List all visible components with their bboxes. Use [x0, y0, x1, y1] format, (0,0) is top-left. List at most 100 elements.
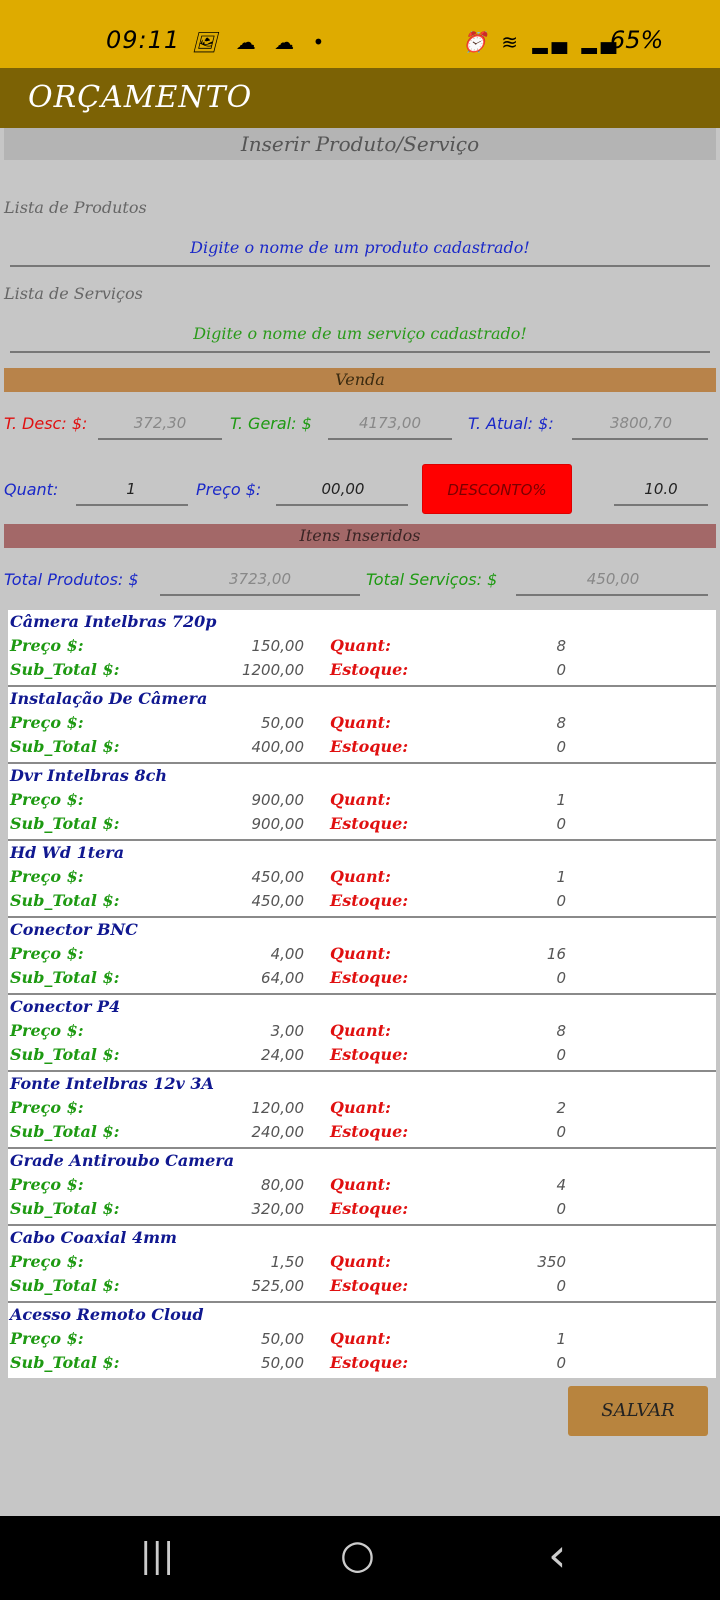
service-search-input[interactable]: Digite o nome de um serviço cadastrado!	[10, 324, 710, 343]
item-name: Cabo Coaxial 4mm	[10, 1228, 177, 1247]
insert-section-title: Inserir Produto/Serviço	[240, 132, 480, 156]
discount-input[interactable]: 10.0	[614, 480, 708, 498]
item-price-label: Preço $:	[10, 867, 84, 886]
total-products-label: Total Produtos: $	[4, 570, 139, 589]
item-name: Conector BNC	[10, 920, 138, 939]
list-item[interactable]: Instalação De Câmera Preço $: 50,00 Quan…	[8, 687, 716, 764]
item-quant-label: Quant:	[330, 867, 391, 886]
total-discount-value: 372,30	[133, 414, 187, 432]
total-products-underline	[160, 594, 360, 596]
item-quant-value: 8	[556, 714, 566, 732]
items-title: Itens Inseridos	[299, 526, 421, 545]
list-item[interactable]: Câmera Intelbras 720p Preço $: 150,00 Qu…	[8, 610, 716, 687]
item-subtotal-label: Sub_Total $:	[10, 1199, 120, 1218]
quantity-underline	[76, 504, 188, 506]
item-subtotal-label: Sub_Total $:	[10, 660, 120, 679]
item-name: Dvr Intelbras 8ch	[10, 766, 168, 785]
item-subtotal-label: Sub_Total $:	[10, 1353, 120, 1372]
item-subtotal-value: 525,00	[251, 1277, 305, 1295]
service-input-underline	[10, 351, 710, 353]
list-item[interactable]: Dvr Intelbras 8ch Preço $: 900,00 Quant:…	[8, 764, 716, 841]
item-price-label: Preço $:	[10, 1021, 84, 1040]
item-quant-label: Quant:	[330, 636, 391, 655]
item-stock-label: Estoque:	[330, 814, 409, 833]
item-stock-label: Estoque:	[330, 1122, 409, 1141]
back-icon[interactable]: ‹	[548, 1528, 566, 1582]
item-subtotal-label: Sub_Total $:	[10, 1045, 120, 1064]
item-subtotal-value: 240,00	[251, 1123, 305, 1141]
services-list-label: Lista de Serviços	[4, 284, 143, 303]
total-general-value: 4173,00	[358, 414, 422, 432]
total-current-value: 3800,70	[609, 414, 673, 432]
item-stock-value: 0	[556, 1123, 566, 1141]
list-item[interactable]: Conector P4 Preço $: 3,00 Quant: 8 Sub_T…	[8, 995, 716, 1072]
quantity-label: Quant:	[4, 480, 59, 499]
item-quant-label: Quant:	[330, 713, 391, 732]
product-input-underline	[10, 265, 710, 267]
list-item[interactable]: Conector BNC Preço $: 4,00 Quant: 16 Sub…	[8, 918, 716, 995]
item-stock-value: 0	[556, 738, 566, 756]
item-quant-label: Quant:	[330, 1175, 391, 1194]
item-stock-label: Estoque:	[330, 891, 409, 910]
item-subtotal-value: 320,00	[251, 1200, 305, 1218]
total-general-label: T. Geral: $	[230, 414, 312, 433]
item-price-label: Preço $:	[10, 713, 84, 732]
item-stock-label: Estoque:	[330, 660, 409, 679]
item-price-value: 3,00	[270, 1022, 304, 1040]
home-icon[interactable]: ○	[340, 1532, 375, 1578]
list-item[interactable]: Grade Antiroubo Camera Preço $: 80,00 Qu…	[8, 1149, 716, 1226]
item-stock-value: 0	[556, 661, 566, 679]
item-price-value: 450,00	[251, 868, 305, 886]
item-price-label: Preço $:	[10, 1098, 84, 1117]
item-price-value: 4,00	[270, 945, 304, 963]
products-list-label: Lista de Produtos	[4, 198, 147, 217]
app-title: ORÇAMENTO	[28, 80, 253, 115]
item-quant-value: 8	[556, 637, 566, 655]
item-subtotal-label: Sub_Total $:	[10, 814, 120, 833]
item-price-label: Preço $:	[10, 944, 84, 963]
product-search-input[interactable]: Digite o nome de um produto cadastrado!	[10, 238, 710, 257]
item-price-label: Preço $:	[10, 636, 84, 655]
battery-level: 65%	[610, 26, 664, 54]
recents-icon[interactable]: |||	[140, 1536, 174, 1576]
list-item[interactable]: Cabo Coaxial 4mm Preço $: 1,50 Quant: 35…	[8, 1226, 716, 1303]
item-price-value: 150,00	[251, 637, 305, 655]
item-quant-value: 16	[546, 945, 566, 963]
item-stock-label: Estoque:	[330, 968, 409, 987]
item-name: Instalação De Câmera	[10, 689, 208, 708]
item-quant-label: Quant:	[330, 1329, 391, 1348]
price-input[interactable]: 00,00	[278, 480, 408, 498]
total-products-value: 3723,00	[228, 570, 292, 588]
total-discount-underline	[98, 438, 222, 440]
system-icons: ⏰ ≋ ▂▄ ▂▄	[462, 30, 621, 54]
list-item[interactable]: Hd Wd 1tera Preço $: 450,00 Quant: 1 Sub…	[8, 841, 716, 918]
item-stock-label: Estoque:	[330, 1276, 409, 1295]
item-price-label: Preço $:	[10, 1329, 84, 1348]
notification-icons: 🖼 ☁ ☁ •	[192, 30, 331, 54]
item-price-value: 50,00	[261, 1330, 304, 1348]
save-button[interactable]: SALVAR	[568, 1386, 708, 1436]
total-current-underline	[572, 438, 708, 440]
item-stock-value: 0	[556, 1046, 566, 1064]
item-stock-value: 0	[556, 1277, 566, 1295]
item-quant-label: Quant:	[330, 790, 391, 809]
discount-button[interactable]: DESCONTO%	[422, 464, 572, 514]
item-price-value: 120,00	[251, 1099, 305, 1117]
item-stock-label: Estoque:	[330, 1353, 409, 1372]
item-subtotal-label: Sub_Total $:	[10, 1276, 120, 1295]
item-quant-label: Quant:	[330, 1098, 391, 1117]
item-subtotal-label: Sub_Total $:	[10, 1122, 120, 1141]
items-list: Câmera Intelbras 720p Preço $: 150,00 Qu…	[8, 610, 716, 1378]
item-price-value: 80,00	[261, 1176, 304, 1194]
item-subtotal-value: 900,00	[251, 815, 305, 833]
total-general-underline	[328, 438, 452, 440]
item-quant-value: 8	[556, 1022, 566, 1040]
item-price-value: 1,50	[270, 1253, 304, 1271]
list-item[interactable]: Fonte Intelbras 12v 3A Preço $: 120,00 Q…	[8, 1072, 716, 1149]
quantity-input[interactable]: 1	[76, 480, 186, 498]
list-item[interactable]: Acesso Remoto Cloud Preço $: 50,00 Quant…	[8, 1303, 716, 1380]
price-underline	[276, 504, 408, 506]
item-stock-value: 0	[556, 892, 566, 910]
item-subtotal-label: Sub_Total $:	[10, 737, 120, 756]
total-services-value: 450,00	[586, 570, 640, 588]
